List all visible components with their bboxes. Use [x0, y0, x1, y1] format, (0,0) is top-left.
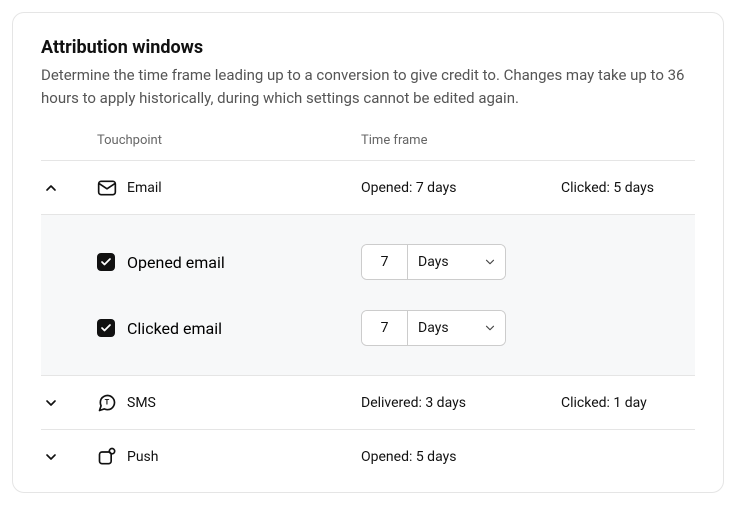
expanded-row-clicked: Clicked email Days	[41, 295, 695, 361]
push-icon	[97, 447, 117, 467]
table-header: Touchpoint Time frame	[41, 133, 695, 160]
clicked-input-group: Days	[361, 310, 506, 346]
row-email-label: Email	[127, 180, 162, 196]
row-push-summary-1: Opened: 5 days	[361, 449, 561, 465]
row-sms[interactable]: T SMS Delivered: 3 days Clicked: 1 day	[41, 375, 695, 429]
section-description: Determine the time frame leading up to a…	[41, 64, 695, 109]
checkbox-opened[interactable]	[97, 253, 115, 271]
sms-icon: T	[97, 393, 117, 413]
checkbox-clicked[interactable]	[97, 319, 115, 337]
expanded-row-opened: Opened email Days	[41, 229, 695, 295]
opened-label: Opened email	[127, 253, 225, 272]
expanded-email: Opened email Days	[41, 214, 695, 375]
svg-text:T: T	[105, 397, 110, 406]
row-sms-label: SMS	[127, 395, 156, 411]
row-push[interactable]: Push Opened: 5 days	[41, 429, 695, 483]
row-push-label: Push	[127, 449, 159, 465]
opened-input-group: Days	[361, 244, 506, 280]
mail-icon	[97, 178, 117, 198]
row-email-summary-2: Clicked: 5 days	[561, 180, 695, 196]
chevron-up-icon	[43, 180, 59, 196]
chevron-down-icon	[43, 395, 59, 411]
column-header-timeframe: Time frame	[361, 133, 695, 148]
row-email[interactable]: Email Opened: 7 days Clicked: 5 days	[41, 160, 695, 214]
section-title: Attribution windows	[41, 37, 695, 58]
opened-number-input[interactable]	[362, 245, 408, 279]
row-sms-summary-2: Clicked: 1 day	[561, 395, 695, 411]
clicked-label: Clicked email	[127, 319, 222, 338]
opened-unit-select[interactable]: Days	[408, 245, 505, 279]
attribution-windows-card: Attribution windows Determine the time f…	[12, 12, 724, 493]
clicked-number-input[interactable]	[362, 311, 408, 345]
clicked-unit-select[interactable]: Days	[408, 311, 505, 345]
row-sms-summary-1: Delivered: 3 days	[361, 395, 561, 411]
row-email-summary-1: Opened: 7 days	[361, 180, 561, 196]
column-header-touchpoint: Touchpoint	[97, 133, 361, 148]
chevron-down-icon	[43, 449, 59, 465]
